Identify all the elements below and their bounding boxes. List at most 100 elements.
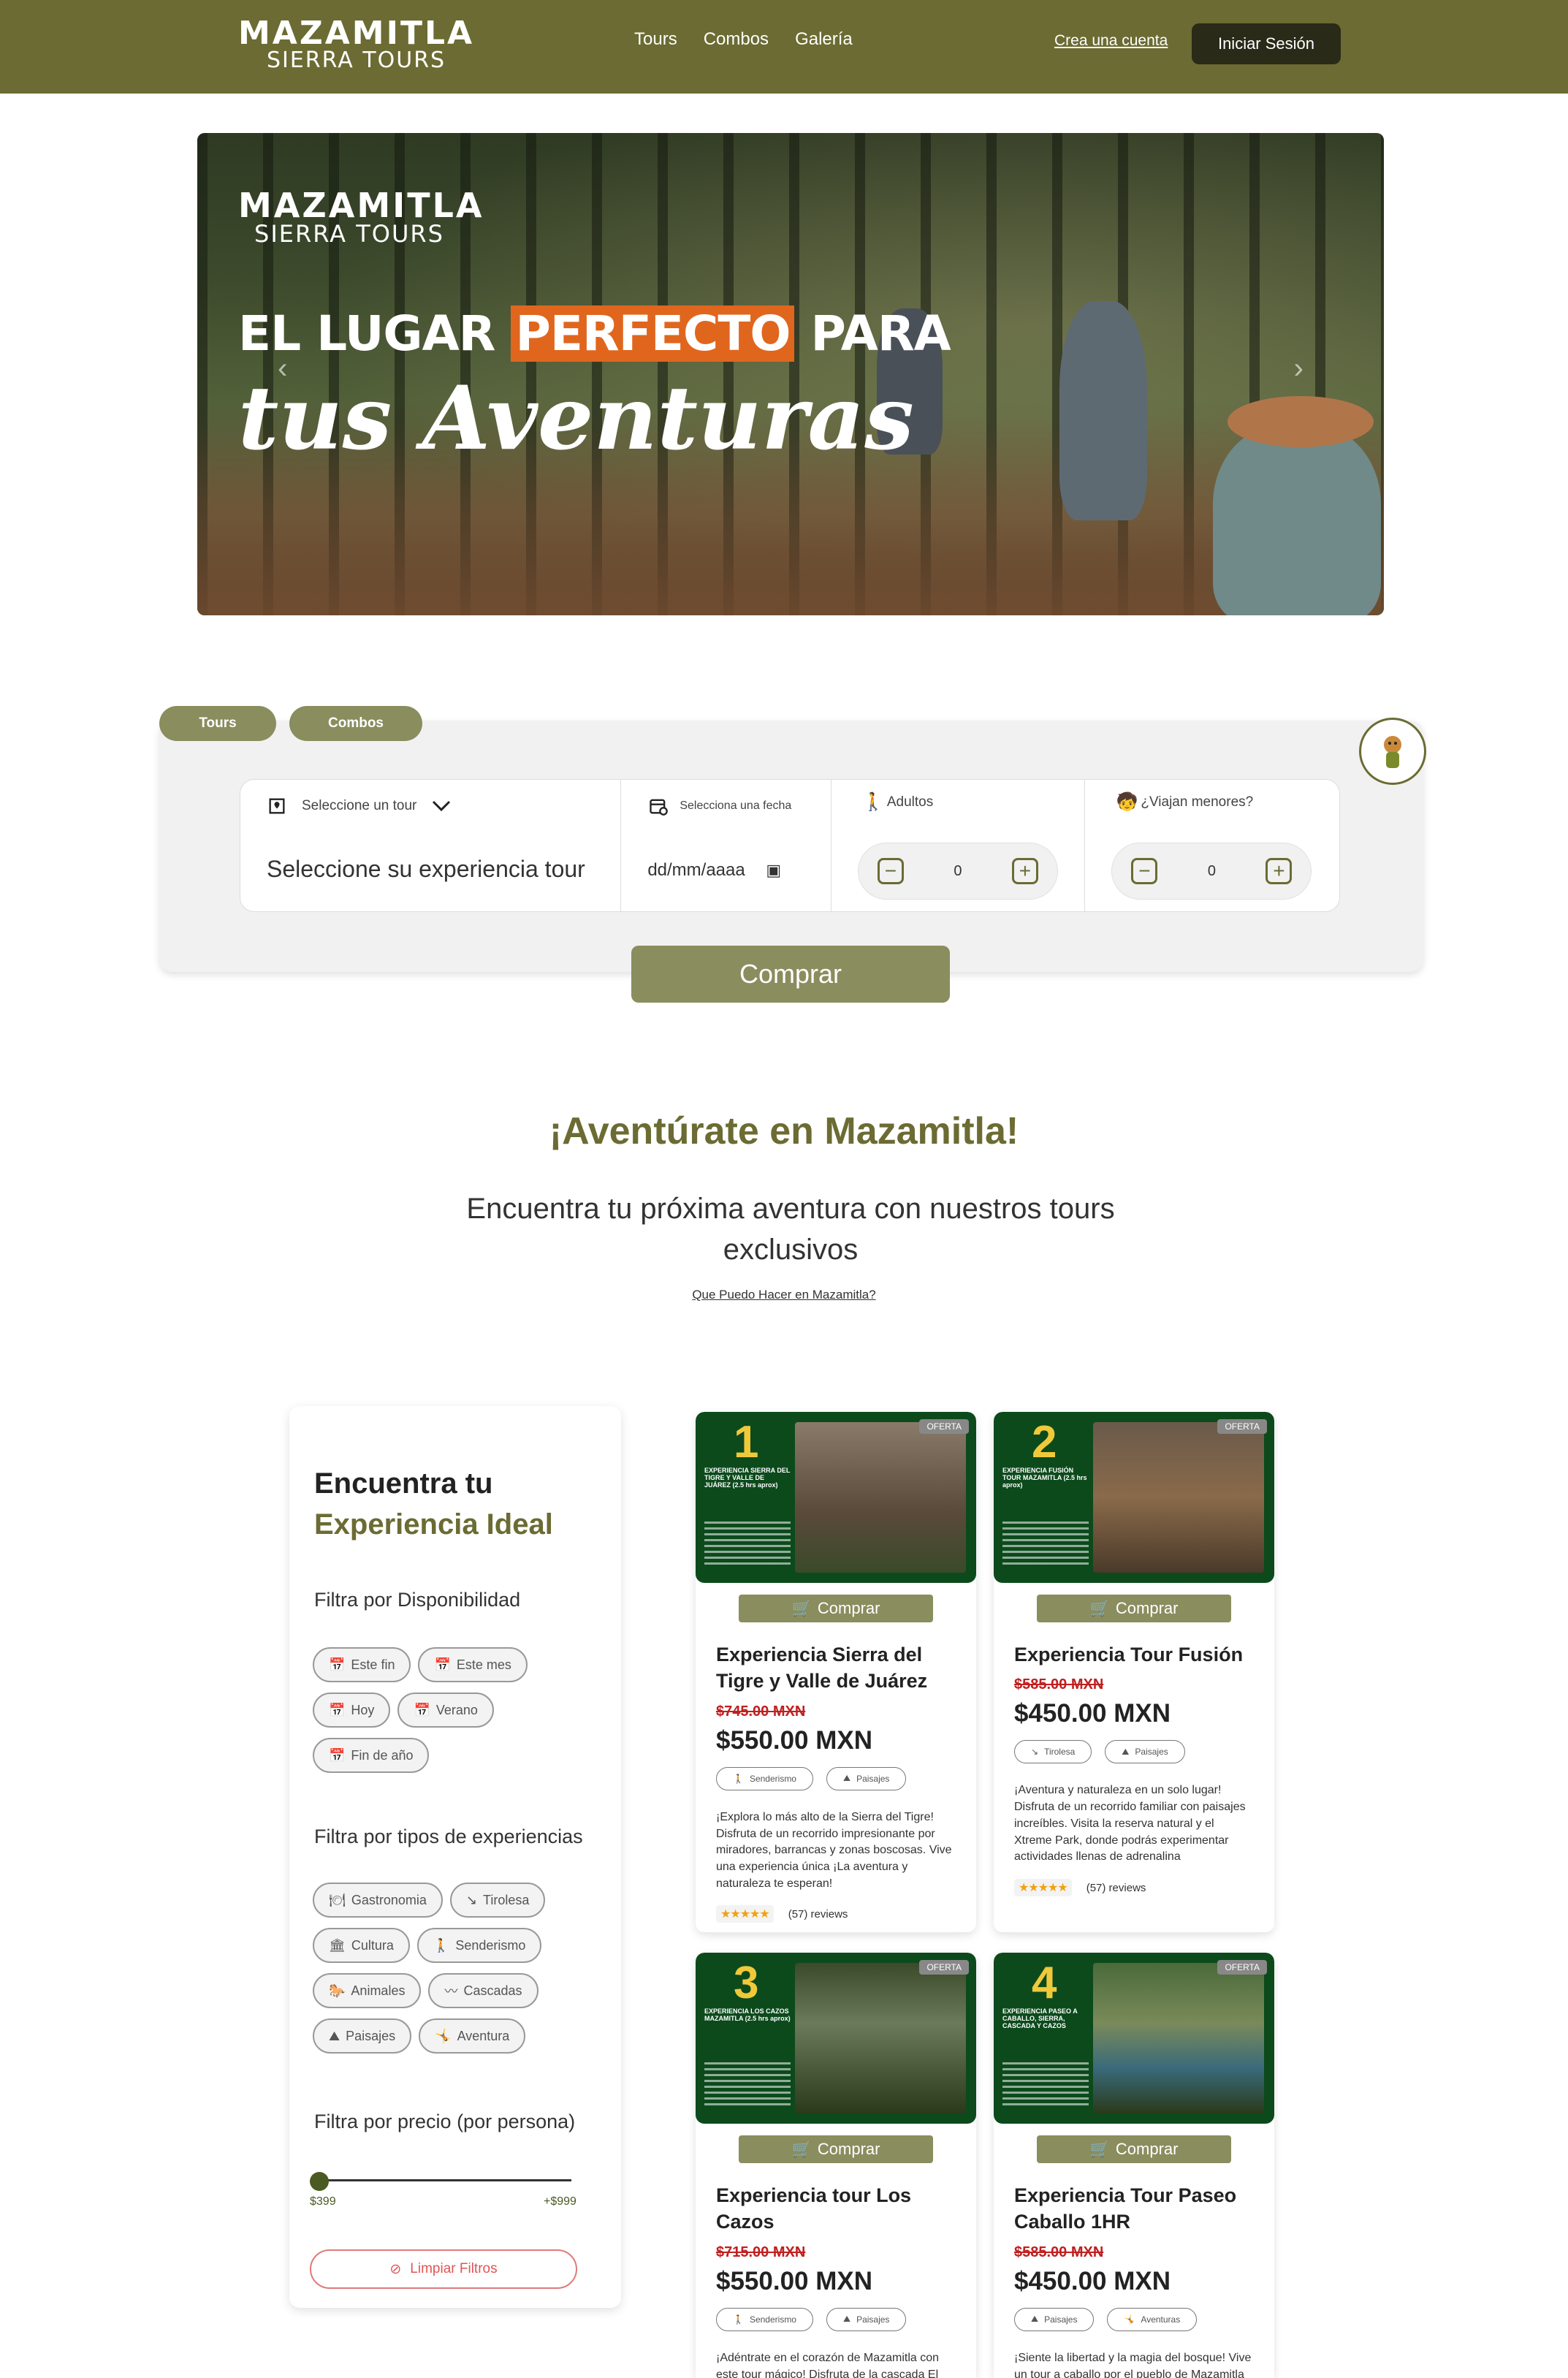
chip-este-mes[interactable]: 📅 Este mes xyxy=(418,1647,528,1682)
price: $450.00 MXN xyxy=(1014,2266,1171,2295)
buy-button[interactable]: 🛒 Comprar xyxy=(1037,1595,1231,1622)
map-pin-icon xyxy=(269,798,285,814)
tour-image-caption: EXPERIENCIA SIERRA DEL TIGRE Y VALLE DE … xyxy=(704,1467,791,1489)
hero-carousel: MAZAMITLA SIERRA TOURS EL LUGAR PERFECTO… xyxy=(197,133,1384,615)
chip-label: Gastronomia xyxy=(351,1892,427,1907)
price-slider-handle[interactable] xyxy=(310,2172,329,2191)
chip-animales[interactable]: 🐎 Animales xyxy=(313,1973,422,2008)
adults-minus-button[interactable]: − xyxy=(877,858,904,884)
adults-plus-button[interactable]: + xyxy=(1011,858,1038,884)
login-button[interactable]: Iniciar Sesión xyxy=(1192,23,1341,64)
tag-label: Paisajes xyxy=(856,1773,890,1784)
date-field[interactable]: Selecciona una fecha dd/mm/aaaa ▣ xyxy=(621,780,831,911)
tour-card-image[interactable]: 1 EXPERIENCIA SIERRA DEL TIGRE Y VALLE D… xyxy=(696,1412,976,1583)
chip-cascadas[interactable]: 〰 Cascadas xyxy=(428,1973,538,2008)
tour-select-value[interactable]: Seleccione su experiencia tour xyxy=(267,856,585,883)
tour-card-image[interactable]: 2 EXPERIENCIA FUSIÓN TOUR MAZAMITLA (2.5… xyxy=(994,1412,1274,1583)
date-input-value: dd/mm/aaaa xyxy=(647,860,745,880)
tour-number: 1 xyxy=(734,1417,759,1467)
site-logo[interactable]: MAZAMITLA SIERRA TOURS xyxy=(238,18,474,72)
date-picker-icon[interactable]: ▣ xyxy=(766,861,781,879)
chip-paisajes[interactable]: ⛰ Paisajes xyxy=(313,2018,412,2054)
create-account-link[interactable]: Crea una cuenta xyxy=(1054,32,1168,50)
chip-fin-de-ano[interactable]: 📅 Fin de año xyxy=(313,1738,430,1773)
tour-card[interactable]: 2 EXPERIENCIA FUSIÓN TOUR MAZAMITLA (2.5… xyxy=(994,1412,1274,1932)
tour-name[interactable]: Experiencia Tour Paseo Caballo 1HR xyxy=(1014,2182,1254,2235)
chip-verano[interactable]: 📅 Verano xyxy=(397,1693,494,1728)
chip-este-fin[interactable]: 📅 Este fin xyxy=(313,1647,411,1682)
hero-script-headline: tus Aventuras xyxy=(238,367,914,470)
chip-label: Tirolesa xyxy=(483,1892,530,1907)
tag-label: Paisajes xyxy=(856,2314,890,2325)
date-input[interactable]: dd/mm/aaaa ▣ xyxy=(647,860,781,881)
museum-icon: 🏛 xyxy=(329,1937,346,1953)
mountain-icon: ⛰ xyxy=(842,2314,851,2325)
tour-photo xyxy=(795,1422,966,1573)
cart-icon: 🛒 xyxy=(791,1599,812,1617)
tag: ⛰ Paisajes xyxy=(1014,2307,1095,2331)
buy-button[interactable]: 🛒 Comprar xyxy=(1037,2135,1231,2163)
chip-senderismo[interactable]: 🚶 Senderismo xyxy=(416,1928,542,1963)
tour-name[interactable]: Experiencia tour Los Cazos xyxy=(716,2182,956,2235)
tour-card[interactable]: 1 EXPERIENCIA SIERRA DEL TIGRE Y VALLE D… xyxy=(696,1412,976,1932)
tour-name[interactable]: Experiencia Tour Fusión xyxy=(1014,1641,1254,1668)
chip-label: Cascadas xyxy=(463,1983,522,1998)
hiker-icon: 🚶 xyxy=(733,2314,744,2325)
tab-combos[interactable]: Combos xyxy=(289,706,422,741)
nav-link-combos[interactable]: Combos xyxy=(704,29,769,50)
chip-hoy[interactable]: 📅 Hoy xyxy=(313,1693,391,1728)
star-rating-icon: ★★★★★ xyxy=(716,1905,774,1923)
what-to-do-link-text[interactable]: Que Puedo Hacer en Mazamitla? xyxy=(692,1288,875,1302)
tour-card-image[interactable]: 3 EXPERIENCIA LOS CAZOS MAZAMITLA (2.5 h… xyxy=(696,1953,976,2124)
old-price: $745.00 MXN xyxy=(716,1703,806,1720)
date-label-row: Selecciona una fecha xyxy=(647,796,791,816)
chip-aventura[interactable]: 🤸 Aventura xyxy=(419,2018,526,2054)
hero-headline-highlight: PERFECTO xyxy=(511,305,795,362)
top-navbar: MAZAMITLA SIERRA TOURS Tours Combos Gale… xyxy=(0,0,1568,94)
hiker-hat xyxy=(1228,396,1374,447)
buy-button[interactable]: 🛒 Comprar xyxy=(739,1595,933,1622)
nav-link-galeria[interactable]: Galería xyxy=(795,29,853,50)
carousel-prev-icon[interactable]: ‹ xyxy=(278,352,287,385)
chip-label: Este mes xyxy=(456,1657,511,1672)
minors-minus-button[interactable]: − xyxy=(1131,858,1158,884)
tour-card[interactable]: 3 EXPERIENCIA LOS CAZOS MAZAMITLA (2.5 h… xyxy=(696,1953,976,2378)
chevron-down-icon[interactable] xyxy=(431,799,452,813)
tour-image-text-lines xyxy=(704,1522,791,1565)
minors-stepper: − 0 + xyxy=(1111,843,1312,900)
review-count: (57) reviews xyxy=(788,1907,848,1921)
tag: ⛰ Paisajes xyxy=(826,2307,907,2331)
cart-icon: 🛒 xyxy=(1089,1599,1110,1617)
tag: ↘ Tirolesa xyxy=(1014,1740,1092,1764)
tour-image-caption: EXPERIENCIA FUSIÓN TOUR MAZAMITLA (2.5 h… xyxy=(1002,1467,1087,1489)
calendar-icon xyxy=(650,799,669,816)
chip-cultura[interactable]: 🏛 Cultura xyxy=(313,1928,410,1963)
tab-tours[interactable]: Tours xyxy=(159,706,276,741)
logo-text-bottom: SIERRA TOURS xyxy=(266,48,446,73)
tour-name[interactable]: Experiencia Sierra del Tigre y Valle de … xyxy=(716,1641,956,1695)
old-price: $585.00 MXN xyxy=(1014,2244,1104,2260)
chip-gastronomia[interactable]: 🍽 Gastronomia xyxy=(313,1883,443,1918)
calendar-icon: 📅 xyxy=(329,1657,346,1672)
tour-tags: ⛰ Paisajes 🤸 Aventuras xyxy=(1014,2307,1254,2331)
tour-image-text-lines xyxy=(704,2062,791,2106)
chip-tirolesa[interactable]: ↘ Tirolesa xyxy=(449,1883,546,1918)
clear-filters-button[interactable]: ⊘ Limpiar Filtros xyxy=(310,2249,577,2289)
tag-label: Paisajes xyxy=(1135,1747,1168,1758)
carousel-next-icon[interactable]: › xyxy=(1294,352,1304,385)
cart-icon: 🛒 xyxy=(791,2140,812,2158)
booking-submit-button[interactable]: Comprar xyxy=(631,946,950,1003)
price-slider-track[interactable] xyxy=(314,2179,571,2181)
price-title: Filtra por precio (por persona) xyxy=(314,2111,576,2132)
filter-title-a: Encuentra tu xyxy=(314,1467,493,1500)
tour-card[interactable]: 4 EXPERIENCIA PASEO A CABALLO, SIERRA, C… xyxy=(994,1953,1274,2378)
tour-card-image[interactable]: 4 EXPERIENCIA PASEO A CABALLO, SIERRA, C… xyxy=(994,1953,1274,2124)
price-max-label: +$999 xyxy=(544,2195,576,2208)
nav-link-tours[interactable]: Tours xyxy=(634,29,677,50)
buy-button[interactable]: 🛒 Comprar xyxy=(739,2135,933,2163)
mountain-icon: ⛰ xyxy=(1031,2314,1039,2325)
adults-stepper: − 0 + xyxy=(857,843,1058,900)
mountain-icon: ⛰ xyxy=(842,1773,851,1784)
minors-plus-button[interactable]: + xyxy=(1266,858,1293,884)
tour-select-field[interactable]: Seleccione un tour Seleccione su experie… xyxy=(240,780,622,911)
